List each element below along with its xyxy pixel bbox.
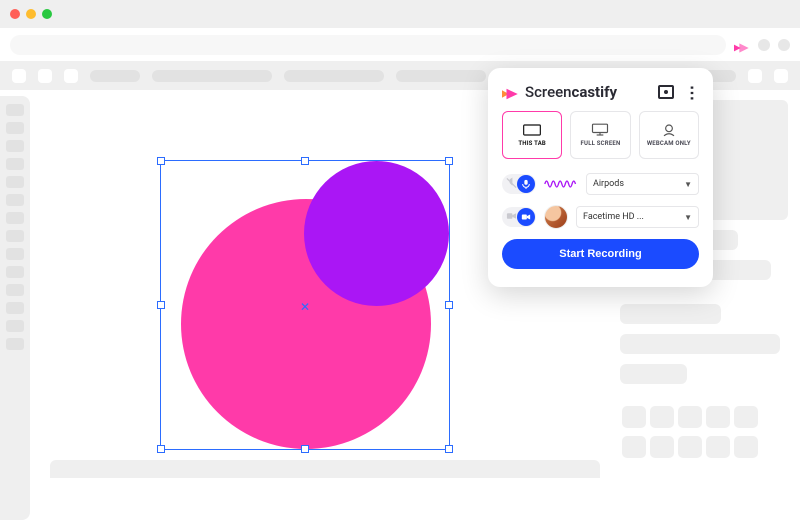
left-tool-rail: [0, 96, 30, 520]
selection-center-icon: ✕: [300, 300, 310, 314]
minimize-window-icon[interactable]: [26, 9, 36, 19]
tool-ghost: [6, 248, 24, 260]
chevron-down-icon: ▼: [684, 180, 692, 189]
video-row: Facetime HD ... ▼: [502, 205, 699, 229]
chevron-down-icon: ▼: [684, 213, 692, 222]
video-device-select[interactable]: Facetime HD ... ▼: [576, 206, 699, 228]
tool-ghost: [6, 338, 24, 350]
tool-ghost: [6, 302, 24, 314]
selection-box[interactable]: ✕: [160, 160, 450, 450]
resize-handle[interactable]: [157, 445, 165, 453]
camera-active-icon: [517, 208, 535, 226]
more-menu-icon[interactable]: ⋯: [683, 85, 702, 98]
toolbar-button-ghost: [64, 69, 78, 83]
microphone-toggle[interactable]: [502, 174, 536, 194]
mode-this-tab[interactable]: THIS TAB: [502, 111, 562, 159]
tool-ghost: [6, 212, 24, 224]
library-icon[interactable]: [658, 85, 674, 99]
tool-ghost: [6, 230, 24, 242]
tool-ghost: [6, 176, 24, 188]
mode-label: WEBCAM ONLY: [647, 140, 691, 147]
resize-handle[interactable]: [445, 301, 453, 309]
webcam-icon: [659, 123, 679, 137]
toolbar-button-ghost: [12, 69, 26, 83]
resize-handle[interactable]: [445, 445, 453, 453]
mode-webcam-only[interactable]: WEBCAM ONLY: [639, 111, 699, 159]
screencastify-popup: Screencastify ⋯ THIS TAB FULL SCREEN WEB…: [488, 68, 713, 287]
monitor-icon: [590, 123, 610, 137]
tool-ghost: [6, 266, 24, 278]
play-logo-icon: [502, 85, 520, 99]
toolbar-button-ghost: [774, 69, 788, 83]
tool-ghost: [6, 284, 24, 296]
extension-placeholder-icon: [758, 39, 770, 51]
toolbar-ghost: [396, 70, 486, 82]
brand-name: Screencastify: [525, 83, 617, 101]
mode-label: THIS TAB: [518, 140, 546, 147]
webcam-preview-avatar: [544, 205, 568, 229]
mode-label: FULL SCREEN: [581, 140, 621, 147]
start-recording-button[interactable]: Start Recording: [502, 239, 699, 269]
toolbar-button-ghost: [748, 69, 762, 83]
device-label: Airpods: [593, 179, 624, 189]
resize-handle[interactable]: [157, 157, 165, 165]
screencastify-extension-icon[interactable]: [734, 39, 750, 51]
tool-ghost: [6, 320, 24, 332]
zoom-window-icon[interactable]: [42, 9, 52, 19]
device-label: Facetime HD ...: [583, 212, 644, 222]
brand-logo: Screencastify: [502, 83, 617, 101]
extension-placeholder-icon: [778, 39, 790, 51]
resize-handle[interactable]: [445, 157, 453, 165]
audio-waveform-icon: [544, 176, 578, 192]
close-window-icon[interactable]: [10, 9, 20, 19]
tool-ghost: [6, 158, 24, 170]
address-bar[interactable]: [10, 35, 726, 55]
browser-toolbar: [0, 28, 800, 62]
resize-handle[interactable]: [301, 157, 309, 165]
mic-active-icon: [517, 175, 535, 193]
window-title-bar: [0, 0, 800, 28]
tool-ghost: [6, 140, 24, 152]
resize-handle[interactable]: [157, 301, 165, 309]
timeline-ghost: [50, 460, 600, 478]
camera-toggle[interactable]: [502, 207, 536, 227]
shape-circle-purple[interactable]: [304, 161, 449, 306]
capture-mode-row: THIS TAB FULL SCREEN WEBCAM ONLY: [502, 111, 699, 159]
mic-muted-icon: [506, 177, 517, 189]
tool-ghost: [6, 194, 24, 206]
toolbar-button-ghost: [38, 69, 52, 83]
toolbar-ghost: [284, 70, 384, 82]
audio-row: Airpods ▼: [502, 173, 699, 195]
camera-muted-icon: [506, 210, 517, 222]
resize-handle[interactable]: [301, 445, 309, 453]
toolbar-ghost: [90, 70, 140, 82]
tool-ghost: [6, 104, 24, 116]
toolbar-ghost: [152, 70, 272, 82]
tab-icon: [522, 123, 542, 137]
audio-device-select[interactable]: Airpods ▼: [586, 173, 699, 195]
mode-full-screen[interactable]: FULL SCREEN: [570, 111, 630, 159]
tool-ghost: [6, 122, 24, 134]
